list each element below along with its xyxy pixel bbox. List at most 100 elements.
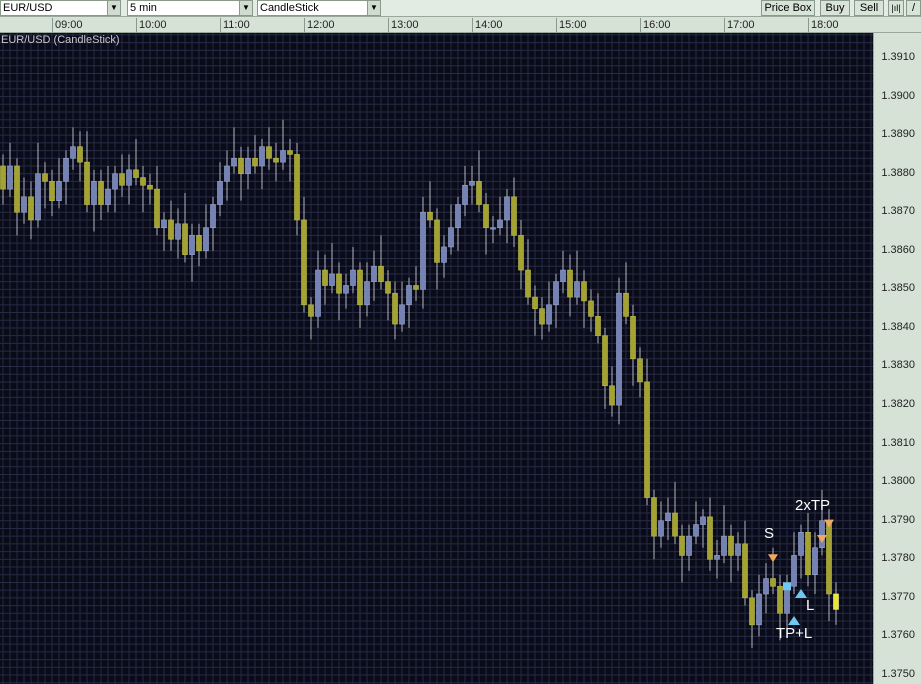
bear-candle	[588, 300, 594, 317]
bull-candle	[756, 593, 762, 626]
price-box-button[interactable]: Price Box	[761, 0, 815, 16]
bull-candle	[371, 265, 377, 282]
time-tick-label: 12:00	[304, 18, 335, 33]
price-tick-label: 1.3860	[881, 243, 915, 256]
bear-candle	[196, 235, 202, 252]
candlestick-chart[interactable]	[0, 33, 873, 684]
sell-marker-icon	[824, 519, 834, 528]
bear-candle	[644, 381, 650, 498]
bear-candle	[357, 269, 363, 306]
bull-candle	[560, 269, 566, 282]
bear-candle	[595, 316, 601, 336]
bull-candle	[406, 285, 412, 306]
sell-marker-icon	[768, 554, 778, 563]
chart-type-value: CandleStick	[260, 2, 319, 14]
bear-candle	[483, 204, 489, 228]
bull-candle	[819, 520, 825, 549]
bear-candle	[84, 161, 90, 205]
bull-candle	[224, 165, 230, 182]
bear-candle	[294, 154, 300, 221]
bull-candle	[441, 246, 447, 263]
price-tick-label: 1.3780	[881, 552, 915, 565]
bear-candle	[273, 157, 279, 163]
bear-candle	[378, 265, 384, 282]
sell-button[interactable]: Sell	[854, 0, 884, 16]
bear-candle	[427, 211, 433, 221]
marker-label: L	[806, 597, 815, 614]
bull-candle	[665, 512, 671, 522]
bull-candle	[553, 281, 559, 306]
bull-candle	[546, 304, 552, 325]
bear-candle	[287, 150, 293, 155]
bear-candle	[301, 219, 307, 306]
bull-candle	[329, 273, 335, 286]
bull-candle	[175, 223, 181, 240]
bear-candle	[532, 296, 538, 309]
price-tick-label: 1.3750	[881, 667, 915, 680]
bear-candle	[602, 335, 608, 387]
chevron-down-icon[interactable]: ▼	[239, 1, 252, 15]
toolbar: EUR/USD ▼ 5 min ▼ CandleStick ▼ Price Box B…	[0, 0, 921, 17]
bear-candle	[98, 181, 104, 205]
bear-candle	[749, 597, 755, 626]
bull-candle	[469, 181, 475, 186]
bull-candle	[189, 235, 195, 255]
bull-candle	[420, 211, 426, 290]
bull-candle	[735, 543, 741, 556]
bars-icon[interactable]: |ıl|	[888, 0, 904, 16]
marker-label: TP+L	[776, 625, 813, 642]
bull-candle	[343, 285, 349, 294]
bear-candle	[182, 223, 188, 255]
bear-candle	[770, 578, 776, 587]
draw-line-icon[interactable]: /	[906, 0, 921, 16]
price-tick-label: 1.3800	[881, 475, 915, 488]
bull-candle	[35, 173, 41, 221]
chart-type-select[interactable]: CandleStick ▼	[257, 0, 381, 16]
bear-candle	[805, 531, 811, 576]
bull-candle	[203, 227, 209, 252]
interval-select[interactable]: 5 min ▼	[127, 0, 253, 16]
time-tick-label: 09:00	[52, 18, 83, 33]
price-tick-label: 1.3830	[881, 359, 915, 372]
buy-button[interactable]: Buy	[820, 0, 850, 16]
time-tick-label: 13:00	[388, 18, 419, 33]
bear-candle	[525, 269, 531, 298]
bear-candle	[385, 281, 391, 294]
bear-candle	[518, 235, 524, 271]
time-tick-label: 14:00	[472, 18, 503, 33]
bear-candle	[630, 316, 636, 360]
bear-candle	[651, 497, 657, 537]
bear-candle	[238, 157, 244, 174]
bull-candle	[259, 146, 265, 167]
bull-candle	[616, 292, 622, 406]
time-axis: 09:00 10:00 11:00 12:00 13:00 14:00 15:00 16:00…	[0, 17, 921, 33]
bear-candle	[476, 181, 482, 205]
bull-candle	[798, 531, 804, 556]
square-marker-icon	[783, 582, 791, 591]
bull-candle	[21, 196, 27, 213]
marker-label: S	[764, 525, 775, 542]
bull-candle	[455, 204, 461, 228]
time-tick-label: 15:00	[556, 18, 587, 33]
symbol-select[interactable]: EUR/USD ▼	[0, 0, 121, 16]
price-tick-label: 1.3820	[881, 398, 915, 411]
bull-candle	[161, 219, 167, 228]
time-tick-label: 10:00	[136, 18, 167, 33]
bear-candle	[308, 304, 314, 317]
bull-candle	[350, 269, 356, 286]
bear-candle	[336, 273, 342, 294]
bull-candle	[721, 535, 727, 556]
bear-candle	[266, 146, 272, 159]
bull-candle	[462, 184, 468, 205]
bull-candle	[693, 524, 699, 537]
price-tick-label: 1.3850	[881, 282, 915, 295]
price-tick-label: 1.3910	[881, 51, 915, 63]
symbol-value: EUR/USD	[3, 2, 53, 14]
chevron-down-icon[interactable]: ▼	[367, 1, 380, 15]
price-axis[interactable]: 1.3910 1.3900 1.3890 1.3880 1.3870 1.3860 1.38…	[873, 33, 921, 684]
chevron-down-icon[interactable]: ▼	[107, 1, 120, 15]
price-tick-label: 1.3810	[881, 436, 915, 449]
price-tick-label: 1.3790	[881, 513, 915, 526]
bull-candle	[714, 555, 720, 560]
bear-candle	[0, 165, 6, 190]
